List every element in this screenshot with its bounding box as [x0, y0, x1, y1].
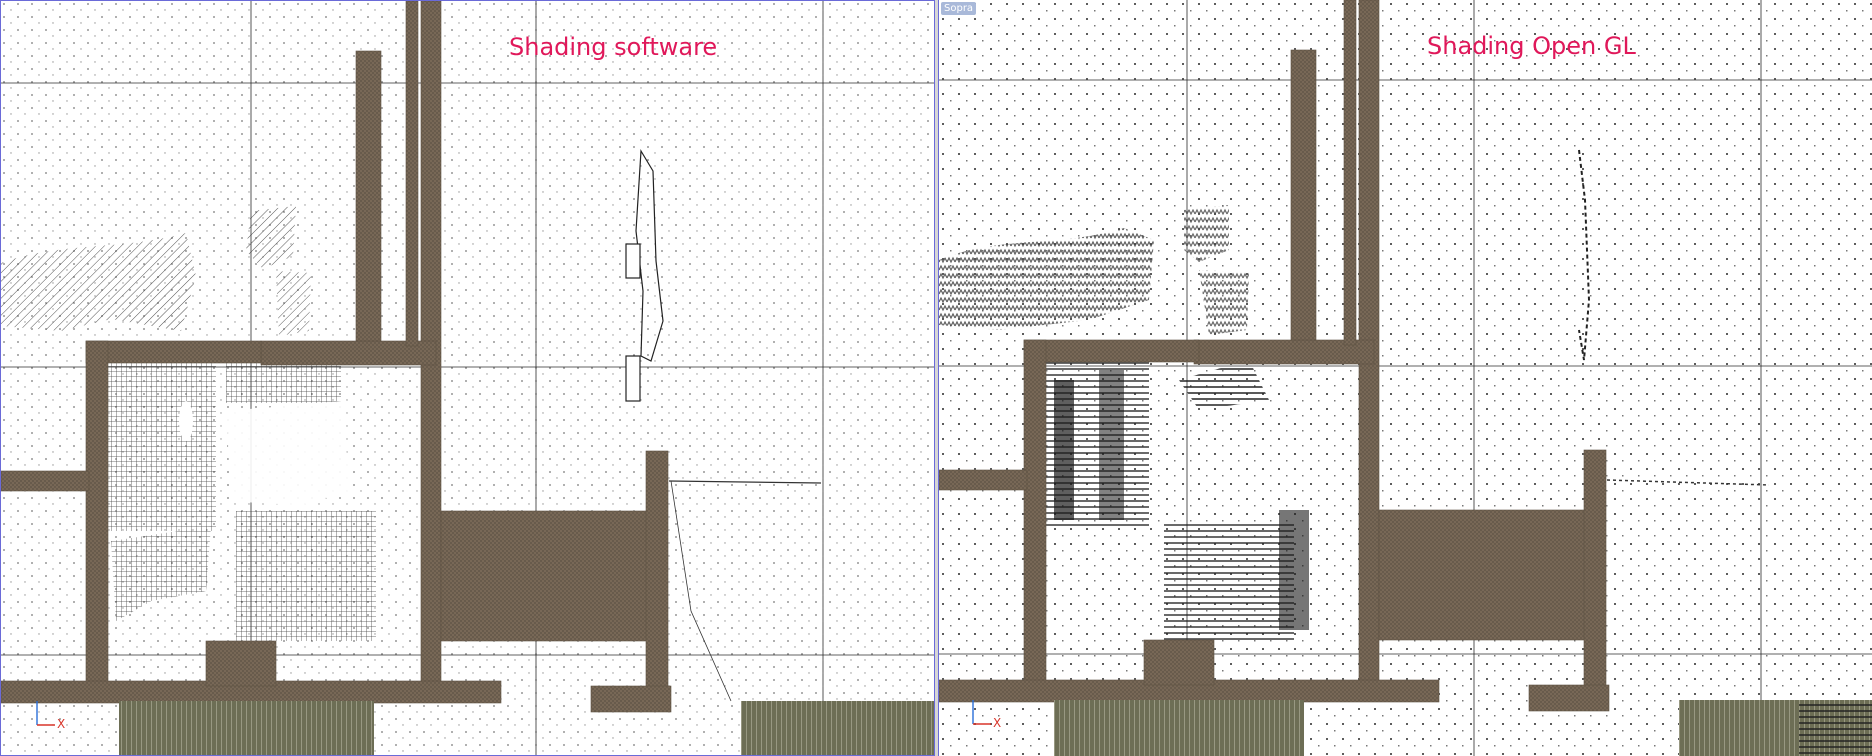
- plan-drawing-software: [1, 1, 934, 755]
- view-name-label[interactable]: Sopra: [941, 2, 977, 15]
- axis-x-label: X: [993, 716, 1002, 730]
- axis-x-label: X: [57, 717, 66, 731]
- viewport-title: Shading Open GL: [1427, 32, 1636, 60]
- viewport-software-shading[interactable]: Shading software X: [0, 0, 935, 756]
- viewport-title: Shading software: [509, 33, 718, 61]
- plan-drawing-opengl: [939, 0, 1872, 756]
- viewport-opengl-shading[interactable]: Sopra Shading Open GL X: [938, 0, 1872, 756]
